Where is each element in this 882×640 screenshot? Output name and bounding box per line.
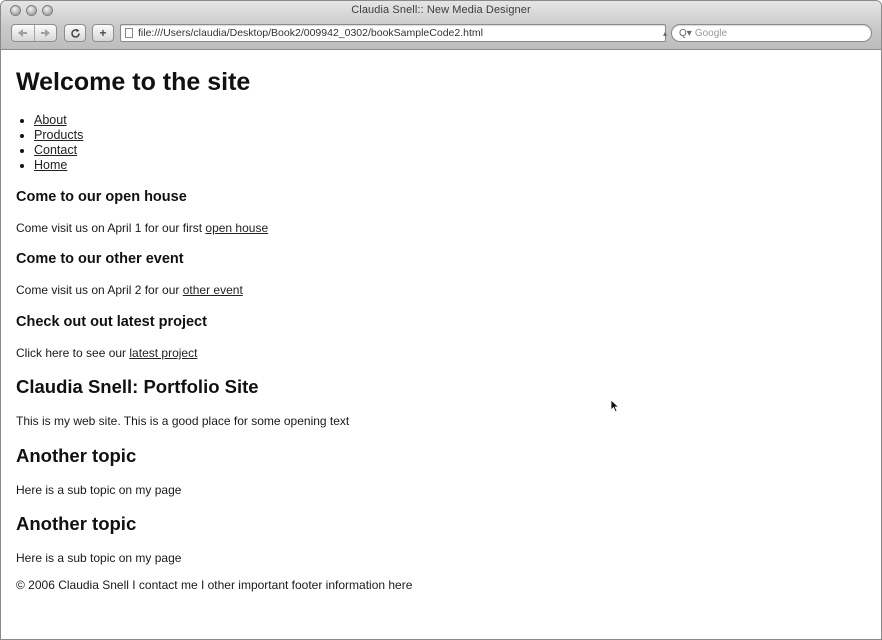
browser-toolbar: + file:///Users/claudia/Desktop/Book2/00… [1,21,881,47]
event-description: Click here to see our [16,346,130,360]
mouse-cursor-icon [610,399,620,413]
browser-window: Claudia Snell:: New Media Designer + fil… [0,0,882,640]
other-event-link[interactable]: other event [183,283,243,297]
nav-item: Contact [34,143,83,158]
page-icon [125,28,133,38]
section-text: Here is a sub topic on my page [16,551,182,565]
page-content: Welcome to the site About Products Conta… [1,50,881,639]
forward-button[interactable] [33,25,57,41]
nav-item: About [34,113,83,128]
nav-item: Products [34,128,83,143]
section-text: Here is a sub topic on my page [16,483,182,497]
section-heading: Another topic [16,513,137,534]
window-title: Claudia Snell:: New Media Designer [351,4,531,16]
address-bar[interactable]: file:///Users/claudia/Desktop/Book2/0099… [120,24,666,42]
history-buttons [11,24,57,42]
event-text: Come visit us on April 1 for our first o… [16,221,268,235]
page-footer: © 2006 Claudia Snell I contact me I othe… [16,578,413,592]
nav-item: Home [34,158,83,173]
latest-project-link[interactable]: latest project [129,346,197,360]
event-description: Come visit us on April 1 for our first [16,221,206,235]
title-bar: Claudia Snell:: New Media Designer + fil… [1,1,881,50]
forward-arrow-icon [40,29,50,37]
section-text: This is my web site. This is a good plac… [16,414,350,428]
open-house-link[interactable]: open house [205,221,268,235]
section-heading: Another topic [16,445,137,466]
address-text[interactable]: file:///Users/claudia/Desktop/Book2/0099… [138,27,483,39]
nav-link-home[interactable]: Home [34,158,67,172]
event-description: Come visit us on April 2 for our [16,283,183,297]
search-icon: Q▾ [679,27,692,39]
search-field[interactable]: Q▾ Google [671,24,872,42]
nav-link-products[interactable]: Products [34,128,83,142]
page-title: Welcome to the site [16,68,251,96]
event-heading: Come to our open house [16,189,187,205]
event-text: Come visit us on April 2 for our other e… [16,283,243,297]
reload-icon [70,28,80,38]
nav-link-contact[interactable]: Contact [34,143,77,157]
url-dropdown-icon[interactable]: ▴ [663,29,667,38]
event-heading: Come to our other event [16,251,184,267]
reload-button[interactable] [64,24,86,42]
section-heading: Claudia Snell: Portfolio Site [16,376,259,397]
back-button[interactable] [12,25,34,41]
nav-link-about[interactable]: About [34,113,67,127]
search-placeholder: Google [694,27,728,39]
nav-list: About Products Contact Home [16,113,83,173]
event-heading: Check out out latest project [16,314,207,330]
event-text: Click here to see our latest project [16,346,197,360]
back-arrow-icon [18,29,28,37]
add-bookmark-button[interactable]: + [92,24,114,42]
